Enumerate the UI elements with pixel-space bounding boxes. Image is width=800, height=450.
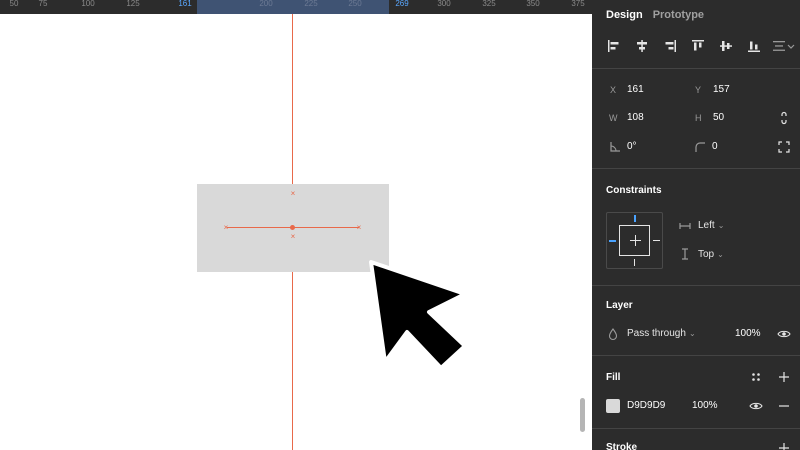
rotation-icon <box>610 142 620 152</box>
remove-fill-icon[interactable] <box>777 399 791 413</box>
ruler-tick: 300 <box>437 0 451 8</box>
align-right-icon[interactable] <box>662 38 678 54</box>
fill-title: Fill <box>606 372 621 383</box>
add-stroke-icon[interactable] <box>777 441 791 450</box>
ruler-tick: 225 <box>304 0 318 8</box>
horizontal-constraint-icon <box>679 223 691 229</box>
stroke-title: Stroke <box>606 442 638 450</box>
ruler-tick: 250 <box>348 0 362 8</box>
ruler-tick: 375 <box>571 0 585 8</box>
align-vertical-center-icon[interactable] <box>718 38 734 54</box>
blend-mode-value: Pass through <box>627 328 686 339</box>
vertical-constraint-icon <box>682 248 688 260</box>
fill-color-swatch[interactable] <box>606 399 620 413</box>
design-panel: Design Prototype X 161 Y 157 W 108 H 50 … <box>592 0 800 450</box>
vertical-constraint-value: Top <box>698 249 715 260</box>
chevron-down-icon: ⌄ <box>717 250 724 259</box>
eye-icon[interactable] <box>749 399 763 413</box>
chevron-down-icon: ⌄ <box>717 221 725 230</box>
independent-corners-icon[interactable] <box>777 140 791 154</box>
chevron-down-icon: ⌄ <box>688 329 696 338</box>
tab-prototype[interactable]: Prototype <box>653 9 704 21</box>
align-horizontal-center-icon[interactable] <box>634 38 650 54</box>
corner-radius-input[interactable]: 0 <box>712 141 718 152</box>
ruler-tick-selection-start: 161 <box>178 0 192 8</box>
panel-tabs: Design Prototype <box>606 9 704 21</box>
section-divider <box>592 68 800 69</box>
guide-endpoint-bottom: × <box>290 232 296 241</box>
section-divider <box>592 285 800 286</box>
constraints-widget[interactable] <box>606 212 663 269</box>
constrain-proportions-icon[interactable] <box>777 111 791 125</box>
width-label: W <box>609 113 618 123</box>
style-grid-icon[interactable] <box>749 370 763 384</box>
add-fill-icon[interactable] <box>777 370 791 384</box>
y-input[interactable]: 157 <box>713 84 730 95</box>
constraint-left-bar[interactable] <box>609 240 616 242</box>
constraint-bottom-bar[interactable] <box>634 259 635 266</box>
corner-radius-icon <box>695 142 705 152</box>
canvas-scrollbar[interactable] <box>580 398 585 432</box>
horizontal-constraint-value: Left <box>698 220 715 231</box>
ruler-tick: 325 <box>482 0 496 8</box>
guide-endpoint-left: × <box>223 223 229 232</box>
ruler-tick: 75 <box>38 0 48 8</box>
x-input[interactable]: 161 <box>627 84 644 95</box>
blend-mode-icon <box>608 328 618 341</box>
alignment-toolbar <box>606 38 796 54</box>
section-divider <box>592 355 800 356</box>
width-input[interactable]: 108 <box>627 112 644 123</box>
align-left-icon[interactable] <box>606 38 622 54</box>
center-point-dot <box>290 225 295 230</box>
tab-design[interactable]: Design <box>606 9 643 21</box>
ruler-tick: 50 <box>9 0 19 8</box>
align-top-icon[interactable] <box>690 38 706 54</box>
ruler-tick: 100 <box>81 0 95 8</box>
design-canvas[interactable]: × × × × <box>0 14 592 450</box>
layer-opacity-input[interactable]: 100% <box>735 328 761 339</box>
mouse-pointer-icon <box>369 260 467 370</box>
constraint-right-bar[interactable] <box>653 240 660 241</box>
height-label: H <box>695 113 702 123</box>
height-input[interactable]: 50 <box>713 112 724 123</box>
eye-icon[interactable] <box>777 327 791 341</box>
layer-title: Layer <box>606 300 633 311</box>
horizontal-ruler: 50 75 100 125 161 200 225 250 269 300 32… <box>0 0 592 14</box>
fill-hex-input[interactable]: D9D9D9 <box>627 400 665 411</box>
vertical-constraint-dropdown[interactable]: Top ⌄ <box>698 249 724 260</box>
section-divider <box>592 168 800 169</box>
y-label: Y <box>695 85 702 95</box>
constraint-inner-box <box>619 225 650 256</box>
fill-opacity-input[interactable]: 100% <box>692 400 718 411</box>
blend-mode-dropdown[interactable]: Pass through ⌄ <box>627 328 696 339</box>
align-bottom-icon[interactable] <box>746 38 762 54</box>
ruler-tick-selection-end: 269 <box>395 0 409 8</box>
distribute-icon[interactable] <box>772 38 796 54</box>
guide-endpoint-right: × <box>356 223 362 232</box>
horizontal-constraint-dropdown[interactable]: Left ⌄ <box>698 220 724 231</box>
guide-endpoint-top: × <box>290 189 296 198</box>
rotation-input[interactable]: 0° <box>627 141 637 152</box>
ruler-tick: 125 <box>126 0 140 8</box>
ruler-tick: 200 <box>259 0 273 8</box>
x-label: X <box>610 85 617 95</box>
constraint-center-v <box>635 235 636 246</box>
constraints-title: Constraints <box>606 185 662 196</box>
constraint-top-bar[interactable] <box>634 215 636 222</box>
ruler-tick: 350 <box>526 0 540 8</box>
section-divider <box>592 428 800 429</box>
